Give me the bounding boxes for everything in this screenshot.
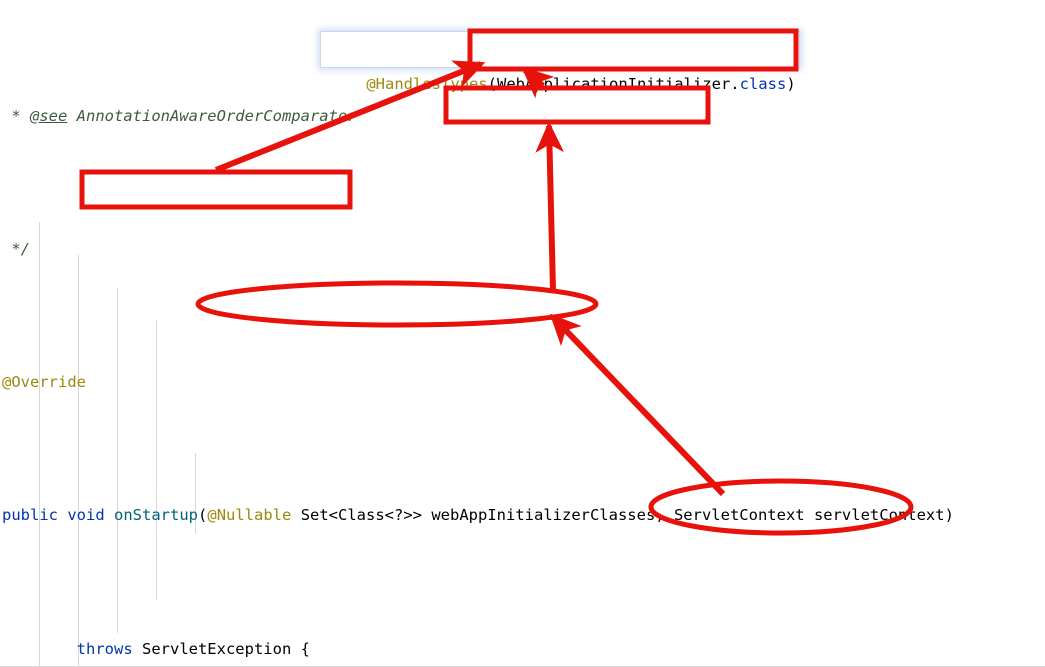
hint-argument: WebApplicationInitializer. [497,75,740,93]
hint-annotation-name: @HandlesTypes [366,75,488,93]
hint-class-keyword: class [739,75,787,93]
parameter-hint-popup[interactable]: @HandlesTypes(WebApplicationInitializer.… [320,31,800,93]
hint-paren-open: ( [487,75,497,93]
code-line[interactable]: * @see AnnotationAwareOrderComparator [0,100,1045,133]
code-line[interactable]: public void onStartup(@Nullable Set<Clas… [0,499,1045,532]
code-line[interactable]: @Override [0,366,1045,399]
hint-paren-close: ) [786,75,796,93]
screenshot-root: * @see AnnotationAwareOrderComparator */… [0,0,1045,667]
code-line[interactable]: */ [0,233,1045,266]
code-line[interactable]: throws ServletException { [0,633,1045,666]
